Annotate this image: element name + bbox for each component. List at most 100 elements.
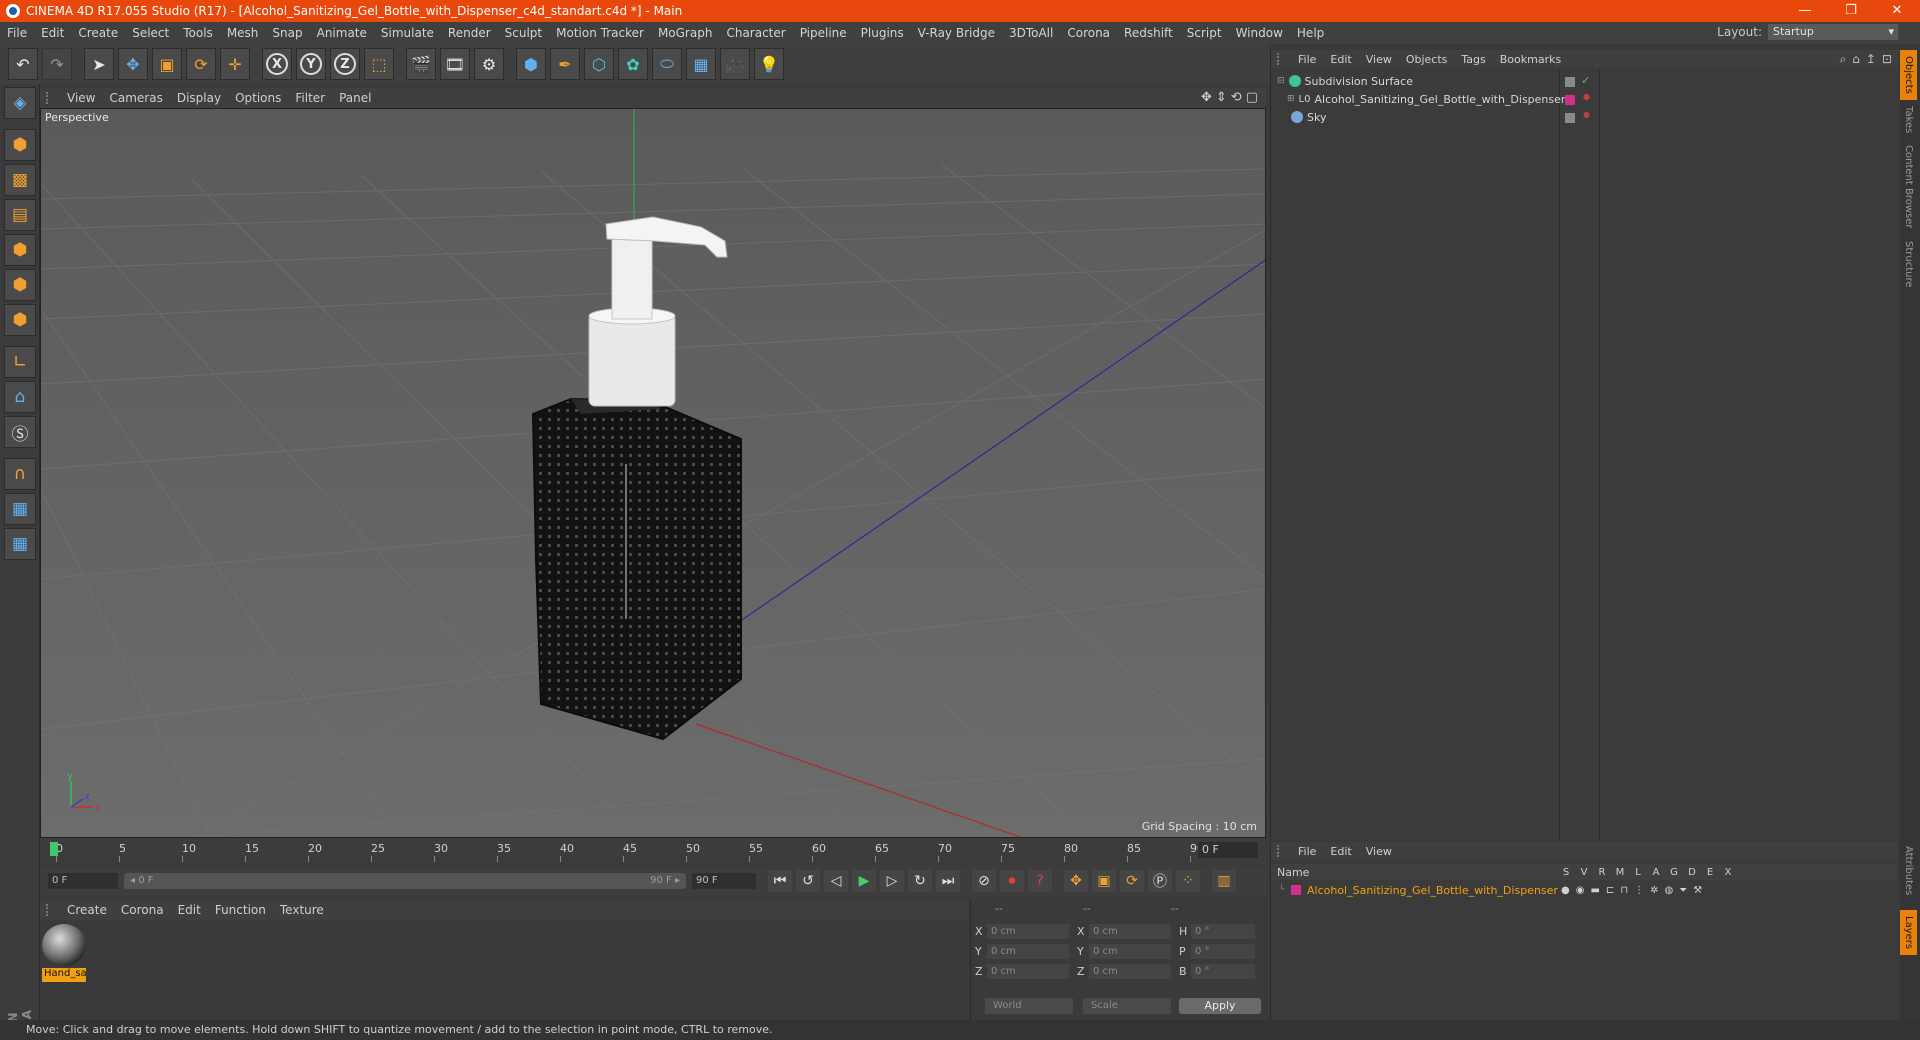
solo-button[interactable]: Ⓢ — [4, 416, 36, 448]
collapse-icon[interactable]: ⊟ — [1277, 76, 1285, 86]
coordinate-space-dropdown[interactable]: World — [985, 998, 1073, 1014]
tab-layers[interactable]: Layers — [1900, 910, 1917, 956]
cloner-button[interactable]: ✿ — [618, 48, 648, 80]
dolly-icon[interactable]: ⇕ — [1216, 90, 1227, 105]
render-picture-viewer-button[interactable]: 🎞 — [440, 48, 470, 80]
recent-tool-button[interactable]: ✛ — [220, 48, 250, 80]
camera-button[interactable]: 🎥 — [720, 48, 750, 80]
tab-structure[interactable]: Structure — [1900, 235, 1917, 294]
polygons-mode-button[interactable]: ⬢ — [4, 304, 36, 336]
motion-path-button[interactable]: ⊘ — [972, 870, 996, 892]
size-x-field[interactable]: 0 cm — [1089, 924, 1171, 939]
search-icon[interactable]: ⌕ — [1840, 52, 1847, 67]
undo-button[interactable]: ↶ — [8, 48, 38, 80]
menu-tools[interactable]: Tools — [176, 26, 220, 40]
snap-button[interactable]: ∩ — [4, 458, 36, 490]
object-menu-file[interactable]: File — [1291, 53, 1323, 66]
deformer-toggle-icon[interactable]: ◍ — [1665, 885, 1674, 896]
layer-tag-icon[interactable] — [1565, 113, 1575, 123]
autokey-button[interactable]: ? — [1028, 870, 1052, 892]
playhead[interactable] — [50, 842, 58, 856]
menu-sculpt[interactable]: Sculpt — [498, 26, 549, 40]
home-icon[interactable]: ⌂ — [1852, 52, 1860, 67]
tab-attributes[interactable]: Attributes — [1900, 840, 1917, 901]
expression-toggle-icon[interactable]: ⏷ — [1679, 885, 1687, 896]
next-key-button[interactable]: ↻ — [908, 870, 932, 892]
object-menu-view[interactable]: View — [1359, 53, 1399, 66]
y-axis-toggle[interactable]: Y — [296, 48, 326, 80]
locked-workplane-button[interactable]: ▦ — [4, 493, 36, 525]
layer-color-swatch[interactable] — [1565, 95, 1575, 105]
object-menu-edit[interactable]: Edit — [1323, 53, 1358, 66]
record-keys-button[interactable]: ⏺ — [1000, 870, 1024, 892]
menu-help[interactable]: Help — [1290, 26, 1331, 40]
go-to-end-button[interactable]: ⏭ — [936, 870, 960, 892]
menu-3dtoall[interactable]: 3DToAll — [1002, 26, 1060, 40]
menu-create[interactable]: Create — [71, 26, 125, 40]
menu-animate[interactable]: Animate — [310, 26, 374, 40]
workplane-mode-button[interactable]: ▤ — [4, 199, 36, 231]
restore-button[interactable]: ❐ — [1828, 0, 1874, 22]
viewport-menu-filter[interactable]: Filter — [288, 91, 332, 105]
expand-icon[interactable]: ⊞ — [1287, 94, 1295, 104]
panel-grip[interactable] — [46, 92, 54, 104]
layout-dropdown[interactable]: Startup — [1768, 24, 1898, 40]
rotation-p-field[interactable]: 0 ° — [1191, 944, 1255, 959]
solo-toggle-icon[interactable]: ● — [1561, 885, 1570, 896]
previous-frame-button[interactable]: ◁ — [824, 870, 848, 892]
render-settings-button[interactable]: ⚙ — [474, 48, 504, 80]
generator-toggle-icon[interactable]: ✲ — [1650, 885, 1658, 896]
perspective-viewport[interactable]: y z x Perspective Grid Spacing : 10 cm — [40, 108, 1266, 838]
panel-grip[interactable] — [46, 904, 54, 916]
material-menu-create[interactable]: Create — [60, 903, 114, 917]
texture-mode-button[interactable]: ▩ — [4, 164, 36, 196]
menu-vray-bridge[interactable]: V-Ray Bridge — [911, 26, 1002, 40]
visibility-dot-icon[interactable]: ● — [1583, 92, 1590, 101]
manager-toggle-icon[interactable]: ⊏ — [1606, 885, 1614, 896]
menu-simulate[interactable]: Simulate — [374, 26, 441, 40]
material-thumbnail[interactable] — [42, 924, 86, 966]
render-toggle-icon[interactable]: ▬ — [1590, 885, 1599, 896]
preview-range-slider[interactable]: ◂ 0 F 90 F ▸ — [124, 873, 686, 889]
pen-spline-button[interactable]: ✒ — [550, 48, 580, 80]
object-menu-tags[interactable]: Tags — [1454, 53, 1492, 66]
rotate-tool-button[interactable]: ⟳ — [186, 48, 216, 80]
size-z-field[interactable]: 0 cm — [1089, 964, 1171, 979]
previous-key-button[interactable]: ↺ — [796, 870, 820, 892]
cube-object-button[interactable]: ⬢ — [516, 48, 546, 80]
panel-grip[interactable] — [1277, 53, 1285, 65]
start-frame-field[interactable]: 0 F — [48, 873, 118, 889]
size-mode-dropdown[interactable]: Scale — [1083, 998, 1171, 1014]
object-menu-objects[interactable]: Objects — [1399, 53, 1455, 66]
points-mode-button[interactable]: ⬢ — [4, 234, 36, 266]
key-parameter-button[interactable]: Ⓟ — [1148, 870, 1172, 892]
render-view-button[interactable]: 🎬 — [406, 48, 436, 80]
material-menu-function[interactable]: Function — [208, 903, 273, 917]
viewport-menu-options[interactable]: Options — [228, 91, 288, 105]
pan-icon[interactable]: ✥ — [1201, 90, 1212, 105]
end-frame-field[interactable]: 90 F — [692, 873, 756, 889]
menu-redshift[interactable]: Redshift — [1117, 26, 1180, 40]
enabled-check-icon[interactable]: ✓ — [1581, 74, 1590, 87]
apply-button[interactable]: Apply — [1179, 998, 1261, 1014]
menu-render[interactable]: Render — [441, 26, 498, 40]
current-frame-field[interactable]: 0 F — [1198, 842, 1258, 858]
redo-button[interactable]: ↷ — [42, 48, 72, 80]
tab-takes[interactable]: Takes — [1900, 100, 1917, 139]
object-menu-bookmarks[interactable]: Bookmarks — [1493, 53, 1568, 66]
coordinate-system-button[interactable]: ⬚ — [364, 48, 394, 80]
size-y-field[interactable]: 0 cm — [1089, 944, 1171, 959]
timeline-window-button[interactable]: ▥ — [1212, 870, 1236, 892]
key-rotation-button[interactable]: ⟳ — [1120, 870, 1144, 892]
position-z-field[interactable]: 0 cm — [987, 964, 1069, 979]
tab-objects[interactable]: Objects — [1900, 50, 1917, 100]
material-menu-corona[interactable]: Corona — [114, 903, 171, 917]
menu-character[interactable]: Character — [719, 26, 792, 40]
subdivision-button[interactable]: ⬡ — [584, 48, 614, 80]
panel-grip[interactable] — [1277, 845, 1285, 857]
layer-menu-edit[interactable]: Edit — [1323, 845, 1358, 858]
menu-snap[interactable]: Snap — [265, 26, 309, 40]
minimize-button[interactable]: — — [1782, 0, 1828, 22]
position-x-field[interactable]: 0 cm — [987, 924, 1069, 939]
layer-row[interactable]: └ Alcohol_Sanitizing_Gel_Bottle_with_Dis… — [1271, 882, 1897, 898]
